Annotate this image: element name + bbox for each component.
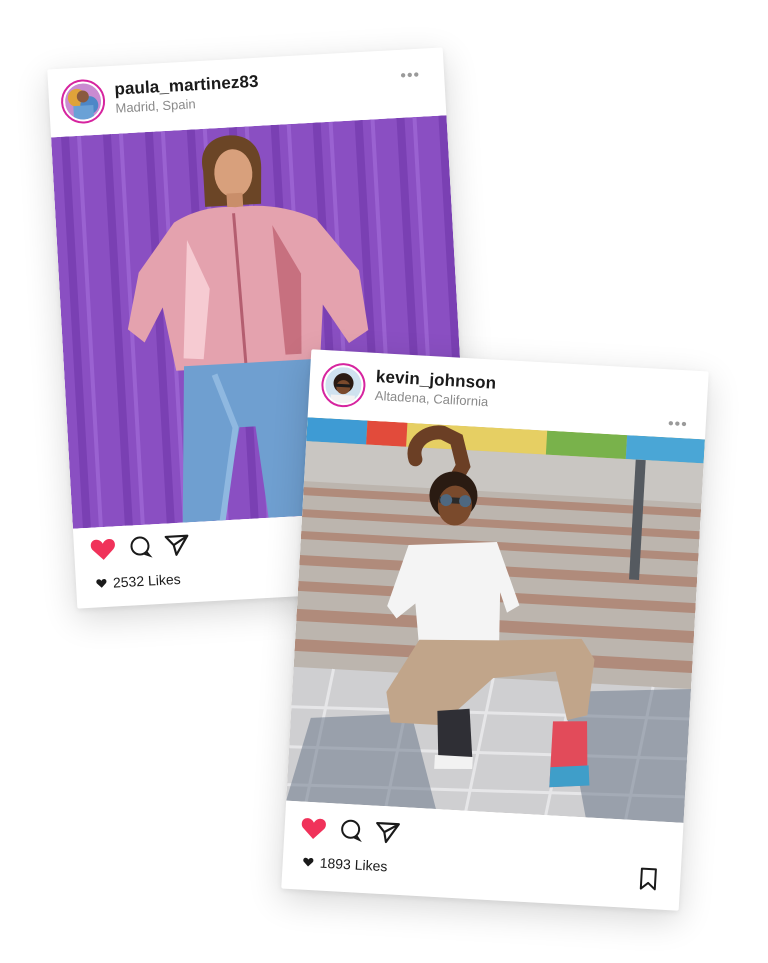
post-actions	[89, 532, 190, 562]
post-photo	[286, 417, 705, 823]
small-heart-icon	[302, 857, 314, 868]
share-icon[interactable]	[374, 820, 401, 845]
heart-icon[interactable]	[300, 815, 327, 840]
comment-icon[interactable]	[127, 534, 153, 559]
likes-label: 1893 Likes	[319, 854, 388, 875]
post-actions	[300, 815, 401, 845]
more-icon[interactable]: •••	[400, 67, 421, 85]
likes-count[interactable]: 2532 Likes	[96, 571, 181, 592]
avatar[interactable]	[320, 361, 367, 409]
likes-count[interactable]: 1893 Likes	[302, 854, 388, 875]
avatar[interactable]	[59, 78, 107, 125]
more-icon[interactable]: •••	[667, 415, 688, 433]
share-icon[interactable]	[163, 532, 190, 557]
likes-label: 2532 Likes	[112, 570, 182, 591]
bookmark-icon[interactable]	[637, 866, 659, 896]
small-heart-icon	[96, 578, 108, 589]
location[interactable]: Madrid, Spain	[115, 96, 196, 115]
username[interactable]: paula_martinez83	[114, 72, 259, 100]
post-card-kevin: kevin_johnson Altadena, California ••• 1…	[281, 349, 709, 911]
heart-icon[interactable]	[89, 536, 116, 561]
comment-icon[interactable]	[338, 818, 363, 843]
